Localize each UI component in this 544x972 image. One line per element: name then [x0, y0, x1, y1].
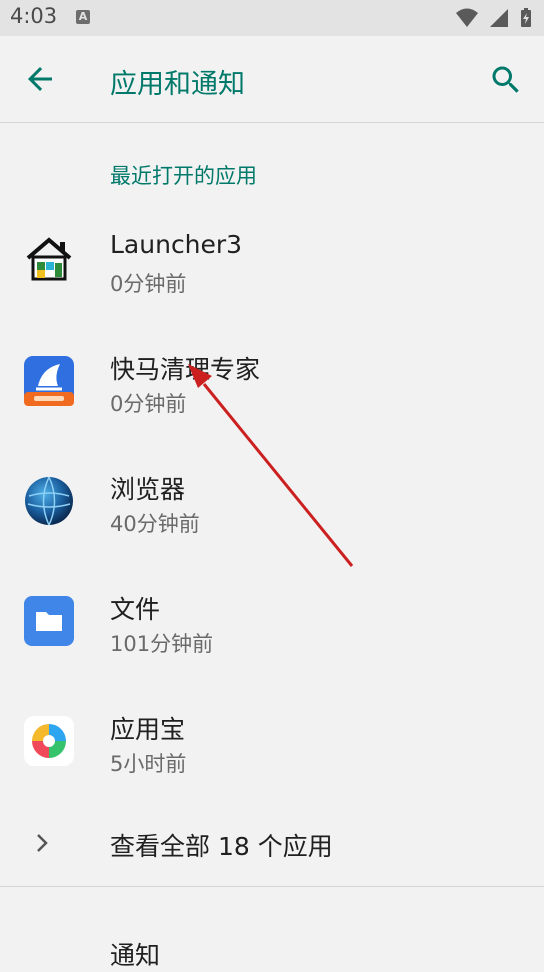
folder-icon: [24, 596, 74, 646]
search-icon: [492, 66, 519, 93]
status-bar: 4:03 A: [0, 0, 544, 36]
chevron-right-icon: [37, 834, 48, 852]
app-last-opened: 5小时前: [110, 752, 187, 776]
page-title: 应用和通知: [110, 69, 245, 100]
app-name: 文件: [110, 595, 161, 624]
notification-a-icon: A: [76, 10, 90, 24]
broom-cleaner-icon: [24, 356, 74, 406]
status-time: 4:03: [10, 4, 58, 28]
app-name: Launcher3: [110, 230, 243, 259]
app-last-opened: 0分钟前: [110, 392, 187, 416]
launcher3-house-icon: [24, 234, 74, 284]
app-name: 浏览器: [110, 475, 186, 504]
see-all-apps-button[interactable]: 查看全部 18 个应用: [0, 805, 544, 885]
battery-icon: [521, 8, 531, 27]
wifi-icon: [455, 8, 478, 27]
app-row-launcher3[interactable]: Launcher3 0分钟前: [0, 200, 544, 320]
app-row-kuaima-cleaner[interactable]: 快马清理专家 0分钟前: [0, 320, 544, 440]
yingyongbao-icon: [24, 716, 74, 766]
back-button[interactable]: [22, 61, 62, 97]
arrow-back-icon: [28, 67, 52, 91]
app-row-yingyongbao[interactable]: 应用宝 5小时前: [0, 680, 544, 800]
app-name: 应用宝: [110, 715, 186, 744]
recent-apps-header: 最近打开的应用: [110, 164, 257, 188]
app-name: 快马清理专家: [110, 355, 261, 384]
signal-icon: [489, 9, 508, 27]
search-button[interactable]: [488, 62, 528, 98]
status-icons: [450, 8, 532, 28]
section-divider: [0, 886, 544, 887]
app-last-opened: 101分钟前: [110, 632, 214, 656]
globe-browser-icon: [24, 476, 74, 526]
see-all-apps-label: 查看全部 18 个应用: [110, 832, 333, 861]
app-row-files[interactable]: 文件 101分钟前: [0, 560, 544, 680]
notifications-item[interactable]: 通知: [110, 936, 160, 972]
app-last-opened: 40分钟前: [110, 512, 200, 536]
app-bar: 应用和通知: [0, 36, 544, 123]
app-row-browser[interactable]: 浏览器 40分钟前: [0, 440, 544, 560]
app-last-opened: 0分钟前: [110, 272, 187, 296]
